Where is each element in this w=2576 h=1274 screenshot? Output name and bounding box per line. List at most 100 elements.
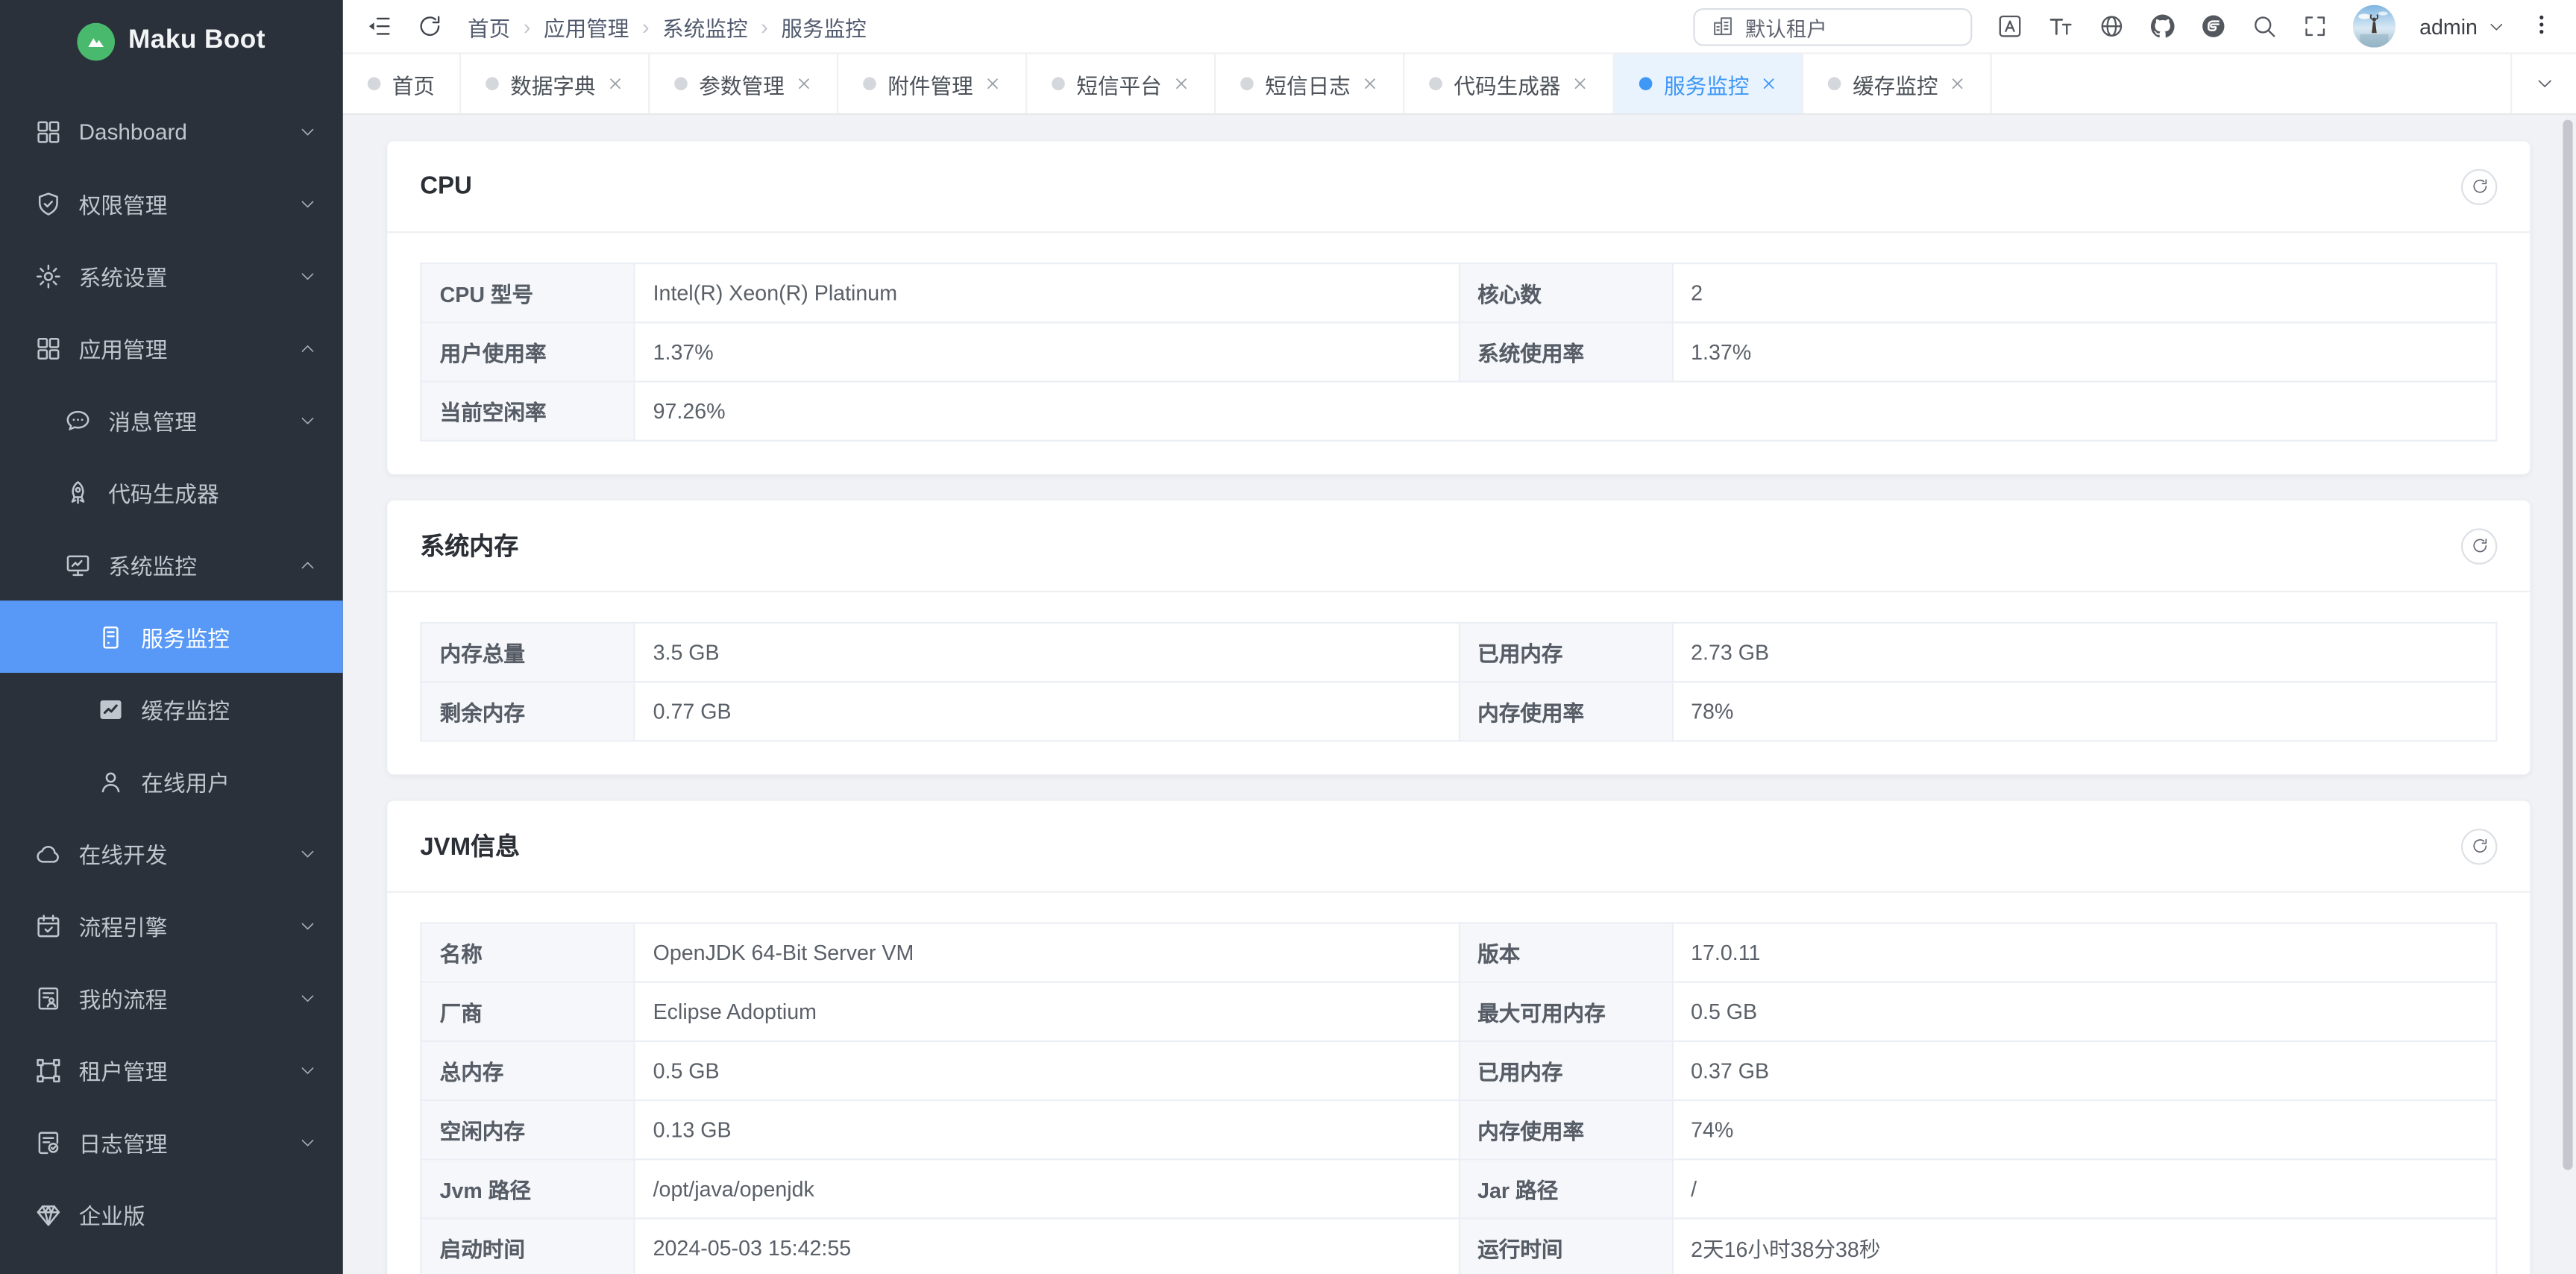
breadcrumb-separator: ›: [524, 14, 531, 39]
card-refresh-button[interactable]: [2461, 527, 2497, 563]
desc-label: 系统使用率: [1459, 322, 1672, 381]
gear-icon: [34, 262, 62, 289]
desc-value: Eclipse Adoptium: [634, 982, 1459, 1041]
sidebar-item-workflow-engine[interactable]: 流程引擎: [0, 889, 343, 961]
card-refresh-button[interactable]: [2461, 169, 2497, 204]
tab-代码生成器[interactable]: 代码生成器: [1404, 54, 1615, 113]
sidebar-item-my-workflow[interactable]: 我的流程: [0, 961, 343, 1034]
card-header: 系统内存: [387, 501, 2530, 592]
desc-value: /opt/java/openjdk: [634, 1159, 1459, 1218]
more-menu-icon[interactable]: [2530, 13, 2553, 40]
fullscreen-icon[interactable]: [2302, 13, 2328, 40]
cpu-table: CPU 型号Intel(R) Xeon(R) Platinum核心数2用户使用率…: [420, 263, 2497, 442]
desc-value: OpenJDK 64-Bit Server VM: [634, 923, 1459, 982]
tenant-select[interactable]: 默认租户: [1692, 7, 1971, 46]
user-menu[interactable]: admin: [2419, 14, 2505, 39]
tab-服务监控[interactable]: 服务监控: [1615, 54, 1803, 113]
breadcrumb-separator: ›: [642, 14, 650, 39]
tab-status-dot: [368, 77, 381, 90]
sidebar-item-online-users[interactable]: 在线用户: [0, 745, 343, 818]
sidebar-fold-icon[interactable]: [366, 13, 392, 40]
card-title: 系统内存: [420, 528, 518, 562]
chart-icon: [97, 695, 125, 723]
card-refresh-button[interactable]: [2461, 828, 2497, 864]
sidebar-item-label: 在线开发: [79, 837, 168, 870]
tab-短信日志[interactable]: 短信日志: [1216, 54, 1404, 113]
search-icon[interactable]: [2250, 13, 2276, 40]
desc-value: 1.37%: [634, 322, 1459, 381]
breadcrumb-item[interactable]: 服务监控: [781, 10, 866, 42]
sidebar-item-enterprise[interactable]: 企业版: [0, 1179, 343, 1251]
refresh-page-icon[interactable]: [417, 13, 443, 40]
desc-label: 核心数: [1459, 263, 1672, 322]
sidebar-item-service-monitor[interactable]: 服务监控: [0, 600, 343, 673]
chevron-down-icon: [298, 989, 316, 1007]
close-icon[interactable]: [796, 75, 812, 92]
desc-label: 内存总量: [421, 623, 634, 682]
desc-value: Intel(R) Xeon(R) Platinum: [634, 263, 1459, 322]
desc-label: 用户使用率: [421, 322, 634, 381]
table-row: 空闲内存0.13 GB内存使用率74%: [421, 1100, 2496, 1159]
vertical-scrollbar[interactable]: [2563, 120, 2572, 1170]
chevron-down-icon: [298, 267, 316, 285]
desc-value: /: [1672, 1159, 2497, 1218]
breadcrumb-item[interactable]: 应用管理: [544, 10, 629, 42]
tab-短信平台[interactable]: 短信平台: [1027, 54, 1216, 113]
chat-icon: [64, 407, 92, 434]
tab-缓存监控[interactable]: 缓存监控: [1803, 54, 1992, 113]
tab-label: 附件管理: [888, 68, 973, 99]
tab-list-dropdown[interactable]: [2510, 54, 2576, 113]
chevron-down-icon: [298, 411, 316, 429]
close-icon[interactable]: [1572, 75, 1589, 92]
globe-icon[interactable]: [2098, 13, 2124, 40]
card-body: 内存总量3.5 GB已用内存2.73 GB剩余内存0.77 GB内存使用率78%: [387, 592, 2530, 774]
sidebar-item-demo[interactable]: Demo: [0, 1250, 343, 1274]
sidebar-item-permission-mgmt[interactable]: 权限管理: [0, 167, 343, 239]
close-icon[interactable]: [1950, 75, 1966, 92]
chevron-down-icon: [298, 917, 316, 935]
table-row: 内存总量3.5 GB已用内存2.73 GB: [421, 623, 2496, 682]
sidebar-item-message-mgmt[interactable]: 消息管理: [0, 384, 343, 456]
translate-icon[interactable]: [1996, 13, 2022, 40]
chevron-down-icon: [2487, 17, 2505, 35]
app-logo: Maku Boot: [0, 0, 343, 82]
desc-label: 版本: [1459, 923, 1672, 982]
page-content: CPU CPU 型号Intel(R) Xeon(R) Platinum核心数2用户…: [343, 115, 2576, 1274]
card-header: CPU: [387, 141, 2530, 233]
tab-数据字典[interactable]: 数据字典: [461, 54, 650, 113]
desc-label: 内存使用率: [1459, 682, 1672, 741]
close-icon[interactable]: [607, 75, 623, 92]
sidebar-item-label: 流程引擎: [79, 909, 168, 942]
chevron-up-icon: [298, 556, 316, 574]
sidebar-item-app-management[interactable]: 应用管理: [0, 312, 343, 384]
chevron-down-icon: [298, 844, 316, 862]
user-name: admin: [2419, 14, 2478, 39]
tab-label: 代码生成器: [1454, 68, 1560, 99]
sidebar-item-system-monitor[interactable]: 系统监控: [0, 528, 343, 600]
table-row: 剩余内存0.77 GB内存使用率78%: [421, 682, 2496, 741]
close-icon[interactable]: [1362, 75, 1378, 92]
close-icon[interactable]: [1173, 75, 1190, 92]
tab-参数管理[interactable]: 参数管理: [650, 54, 838, 113]
github-icon[interactable]: [2149, 13, 2175, 40]
sidebar-item-label: 企业版: [79, 1198, 145, 1231]
breadcrumb-item[interactable]: 首页: [468, 10, 510, 42]
sidebar-item-online-dev[interactable]: 在线开发: [0, 818, 343, 890]
font-size-icon[interactable]: [2047, 13, 2073, 40]
sidebar-item-dashboard[interactable]: Dashboard: [0, 95, 343, 168]
sidebar-item-cache-monitor[interactable]: 缓存监控: [0, 673, 343, 745]
breadcrumb-item[interactable]: 系统监控: [662, 10, 747, 42]
sidebar-item-system-settings[interactable]: 系统设置: [0, 239, 343, 312]
avatar[interactable]: [2352, 5, 2395, 48]
tab-status-dot: [1828, 77, 1841, 90]
tab-status-dot: [1052, 77, 1065, 90]
tab-label: 数据字典: [510, 68, 595, 99]
tab-首页[interactable]: 首页: [343, 54, 461, 113]
close-icon[interactable]: [984, 75, 1001, 92]
tab-附件管理[interactable]: 附件管理: [838, 54, 1027, 113]
sidebar-item-code-generator[interactable]: 代码生成器: [0, 456, 343, 529]
sidebar-item-log-mgmt[interactable]: 日志管理: [0, 1106, 343, 1179]
sidebar-item-tenant-mgmt[interactable]: 租户管理: [0, 1034, 343, 1106]
close-icon[interactable]: [1761, 75, 1777, 92]
gitee-icon[interactable]: [2199, 13, 2225, 40]
